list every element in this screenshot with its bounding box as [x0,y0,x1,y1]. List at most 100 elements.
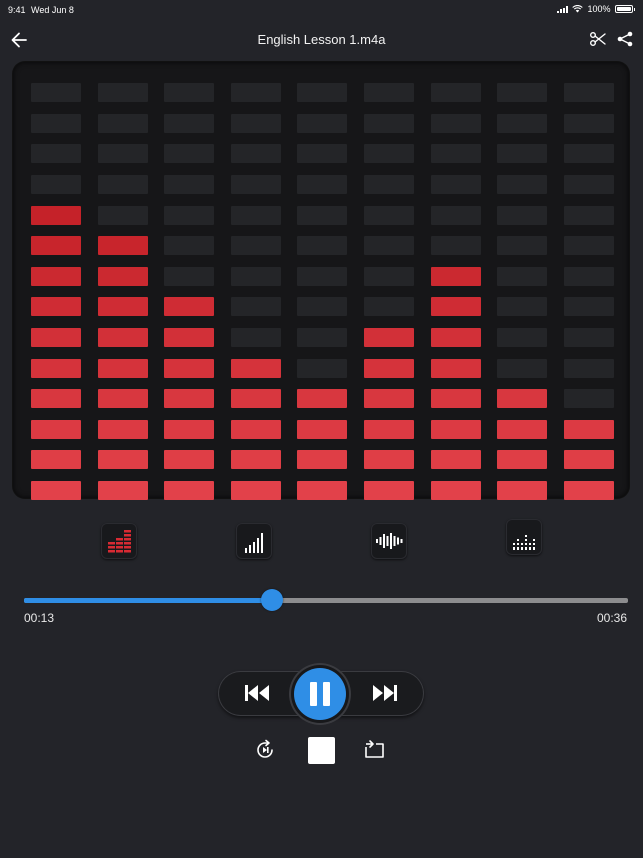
eq-cell [497,328,548,347]
eq-cell [563,266,614,286]
eq-cell [31,175,81,194]
eq-cell [497,83,548,103]
current-time: 00:13 [24,611,55,625]
eq-cell [563,236,614,256]
eq-cell [364,481,414,500]
eq-cell [430,175,481,194]
cellular-signal-icon [557,5,569,13]
eq-cell [31,144,81,164]
eq-cell [497,450,548,470]
eq-cell [230,389,281,409]
battery-percent: 100% [587,4,611,14]
eq-cell [97,389,148,409]
eq-cell [430,450,481,470]
eq-cell [364,236,414,256]
share-icon [617,31,633,47]
eq-cell [297,419,348,439]
eq-cell [230,358,281,378]
mode-button-dotted[interactable] [506,519,542,555]
cut-button[interactable] [589,30,607,48]
eq-cell [31,358,81,378]
eq-cell [497,236,548,256]
eq-cell [497,481,548,500]
eq-cell [563,144,614,164]
eq-cell [364,419,414,439]
pause-button[interactable] [294,668,346,720]
eq-cell [230,144,281,164]
nav-bar: English Lesson 1.m4a [0,24,643,56]
eq-cell [164,236,215,256]
eq-cell [563,328,614,347]
eq-cell [364,328,414,347]
eq-cell [97,481,148,500]
eq-cell [364,144,414,164]
eq-cell [497,297,548,317]
eq-cell [297,481,348,500]
eq-cell [97,297,148,317]
share-button[interactable] [616,30,634,48]
scissors-icon [590,32,606,46]
eq-cell [497,205,548,225]
eq-cell [497,266,548,286]
seek-bar[interactable] [24,589,628,611]
eq-cell [364,389,414,409]
eq-cell [230,419,281,439]
seek-bar-thumb[interactable] [260,589,283,611]
eq-cell [563,481,614,500]
eq-cell [31,297,81,317]
eq-cell [297,389,348,409]
eq-cell [297,113,348,133]
status-time: 9:41 [8,5,26,15]
eq-cell [164,328,215,347]
mode-button-bars[interactable] [101,523,137,559]
eq-cell [164,297,215,317]
eq-cell [297,450,348,470]
eq-cell [97,419,148,439]
eq-cell [97,236,148,256]
previous-button[interactable] [242,681,272,705]
eq-cell [230,481,281,500]
mode-button-ascending[interactable] [236,523,272,559]
pause-icon [310,682,330,706]
eq-cell [563,358,614,378]
eq-cell [97,175,148,194]
eq-cell [497,419,548,439]
battery-icon [614,5,633,13]
eq-cell [563,389,614,409]
replay-icon [257,739,273,758]
dotted-bars-icon [513,535,535,550]
waveform-icon [376,533,403,549]
eq-cell [230,236,281,256]
eq-cell [164,450,215,470]
eq-cell [297,236,348,256]
eq-cell [31,481,81,500]
stop-button[interactable] [308,737,335,764]
repeat-button[interactable] [363,738,387,762]
eq-cell [31,83,81,103]
eq-cell [164,266,215,286]
eq-cell [31,236,81,256]
eq-cell [364,450,414,470]
eq-cell [497,175,548,194]
replay-button[interactable] [253,738,277,762]
eq-cell [164,358,215,378]
bar-eq-mode-icon [108,530,131,553]
eq-cell [31,113,81,133]
eq-cell [31,389,81,409]
eq-cell [364,205,414,225]
eq-cell [164,205,215,225]
eq-cell [297,83,348,103]
page-title: English Lesson 1.m4a [257,32,386,47]
eq-cell [364,83,414,103]
eq-cell [497,144,548,164]
eq-cell [164,419,215,439]
status-date: Wed Jun 8 [31,5,74,15]
eq-cell [97,328,148,347]
next-button[interactable] [370,681,400,705]
eq-cell [164,389,215,409]
eq-cell [31,450,81,470]
eq-cell [364,113,414,133]
eq-cell [430,419,481,439]
mode-button-waveform[interactable] [371,523,407,559]
eq-cell [563,113,614,133]
